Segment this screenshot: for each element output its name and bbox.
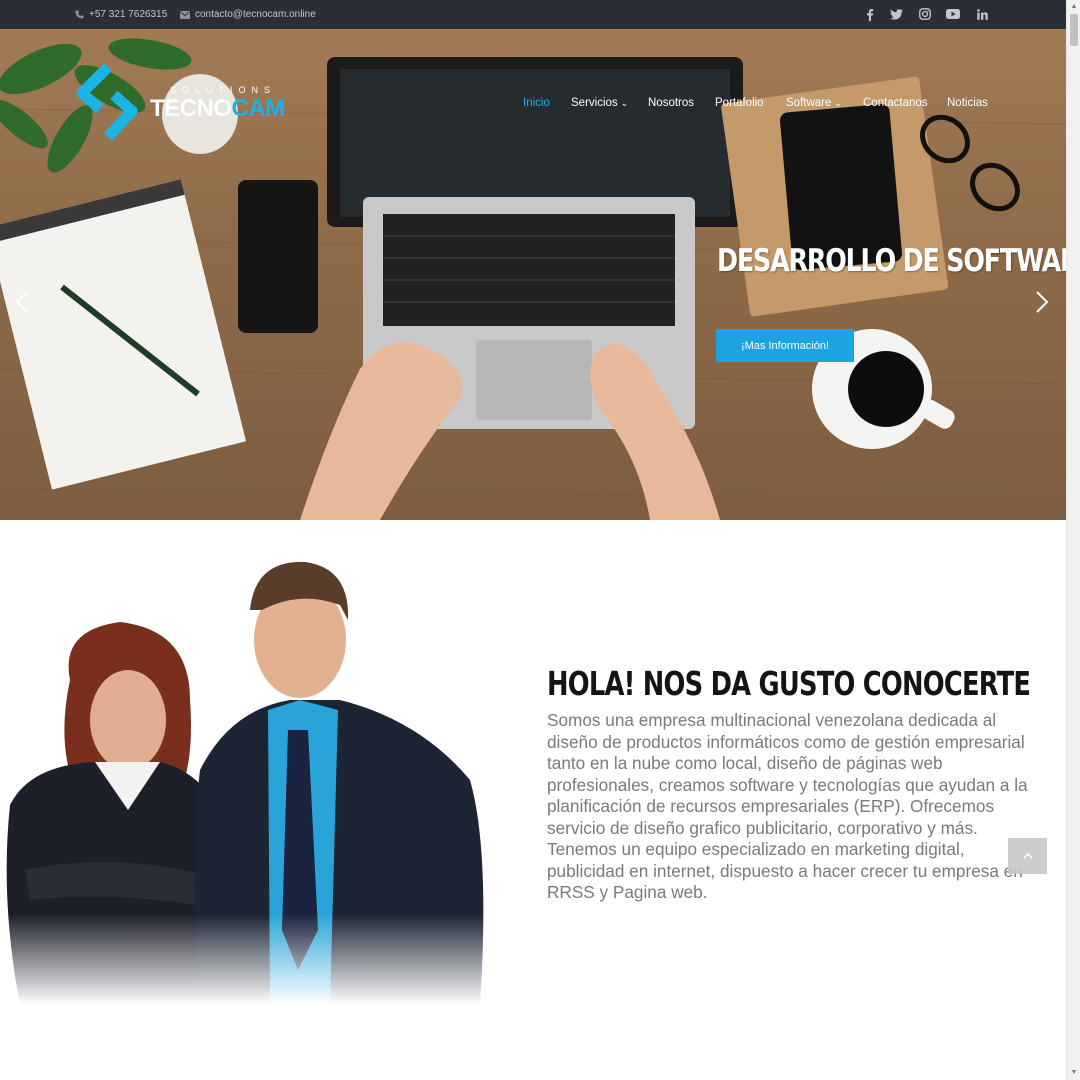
top-bar: +57 321 7626315 contacto@tecnocam.online: [0, 0, 1066, 29]
email-address: contacto@tecnocam.online: [195, 9, 316, 20]
nav-item-label: Portafolio: [715, 97, 764, 109]
page-scrollbar[interactable]: ▲ ▼: [1066, 0, 1080, 1080]
envelope-icon: [180, 10, 190, 19]
more-info-button[interactable]: ¡Mas Información!: [716, 329, 854, 362]
youtube-icon[interactable]: [944, 5, 962, 23]
nav-item-label: Servicios: [571, 97, 618, 109]
nav-item-label: Nosotros: [648, 97, 695, 109]
logo-wordmark-part1: TECNO: [150, 95, 232, 122]
instagram-icon[interactable]: [916, 5, 934, 23]
scroll-up-arrow-icon[interactable]: ▲: [1067, 0, 1080, 12]
twitter-icon[interactable]: [887, 5, 905, 23]
nav-item-nosotros[interactable]: Nosotros: [648, 93, 694, 113]
chevron-down-icon: ⌄: [834, 97, 842, 108]
nav-item-label: Software: [786, 97, 832, 109]
phone-contact[interactable]: +57 321 7626315: [75, 0, 167, 29]
logo-wordmark-part2: CAM: [231, 95, 286, 122]
scroll-down-arrow-icon[interactable]: ▼: [1067, 1066, 1080, 1078]
nav-item-portafolio[interactable]: Portafolio: [715, 93, 764, 113]
hero-headline: DESARROLLO DE SOFTWARE: [717, 243, 1066, 279]
scrollbar-thumb[interactable]: [1070, 14, 1078, 46]
chevron-up-icon: [1022, 853, 1033, 859]
about-heading: HOLA! NOS DA GUSTO CONOCERTE: [547, 664, 1031, 703]
business-team-image: [0, 550, 500, 1005]
nav-item-inicio[interactable]: Inicio: [523, 93, 550, 113]
nav-item-noticias[interactable]: Noticias: [947, 93, 988, 113]
phone-number: +57 321 7626315: [89, 9, 168, 20]
logo-mark-icon: [76, 63, 138, 141]
slider-prev-arrow-icon[interactable]: [10, 287, 34, 317]
chevron-down-icon: ⌄: [620, 97, 629, 108]
nav-item-contactanos[interactable]: Contactanos: [863, 93, 928, 113]
nav-item-servicios[interactable]: Servicios ⌄: [571, 93, 628, 113]
nav-item-label: Contactanos: [863, 97, 928, 109]
nav-item-label: Noticias: [947, 97, 988, 109]
phone-icon: [75, 10, 84, 19]
nav-item-software[interactable]: Software ⌄: [786, 93, 842, 113]
email-contact[interactable]: contacto@tecnocam.online: [180, 0, 316, 29]
back-to-top-button[interactable]: [1008, 838, 1047, 874]
logo-wordmark: TECNOCAM: [150, 95, 285, 123]
nav-item-label: Inicio: [523, 97, 550, 109]
about-description: Somos una empresa multinacional venezola…: [547, 710, 1028, 902]
tecnocam-logo[interactable]: SOLUTIONS TECNOCAM: [70, 63, 310, 143]
facebook-icon[interactable]: [861, 5, 879, 23]
slider-next-arrow-icon[interactable]: [1030, 287, 1054, 317]
logo-tagline: SOLUTIONS: [170, 85, 277, 95]
hero-slider: SOLUTIONS TECNOCAM Inicio Servicios ⌄ Nos…: [0, 29, 1066, 520]
linkedin-icon[interactable]: [973, 5, 991, 23]
